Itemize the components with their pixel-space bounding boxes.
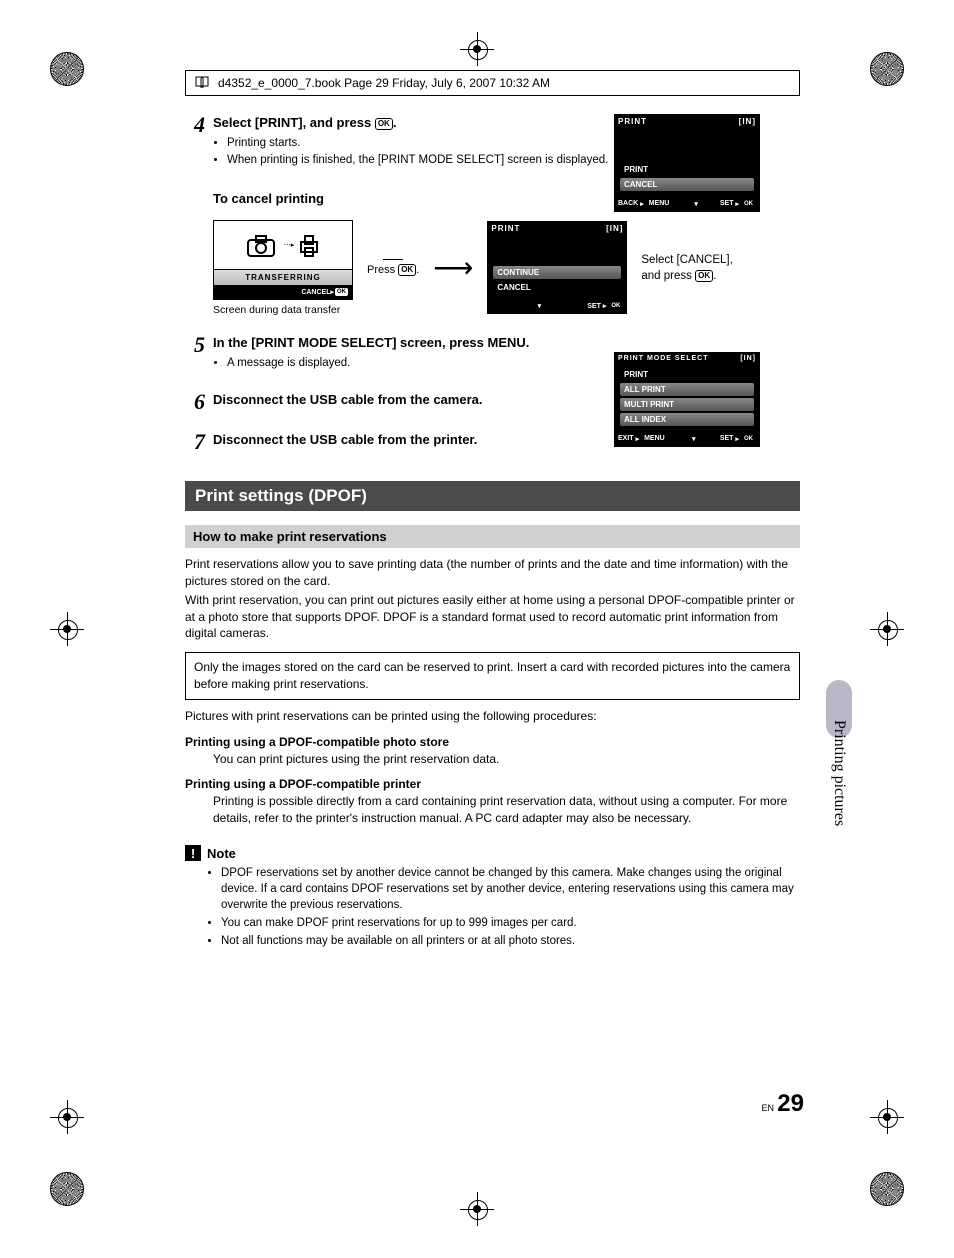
header-text: d4352_e_0000_7.book Page 29 Friday, July…: [218, 76, 550, 90]
section-heading: Print settings (DPOF): [185, 481, 800, 511]
cancel-diagram: ⋯▸ TRANSFERRING CANCEL▸OK Screen during …: [213, 220, 800, 317]
crop-mark-icon: [870, 52, 904, 86]
lcd-print-screen: PRINT[IN] PRINT CANCEL BACK▸MENU ▾ SET▸O…: [614, 114, 760, 212]
step-number: 4: [185, 114, 205, 171]
crop-mark-icon: [50, 52, 84, 86]
lcd-mode-select-screen: PRINT MODE SELECT[IN] PRINT ALL PRINT MU…: [614, 352, 760, 447]
page: Printing pictures d4352_e_0000_7.book Pa…: [0, 0, 954, 1258]
step-title: In the [PRINT MODE SELECT] screen, press…: [213, 334, 800, 352]
register-mark-icon: [460, 32, 494, 66]
register-mark-icon: [460, 1192, 494, 1226]
content-area: d4352_e_0000_7.book Page 29 Friday, July…: [185, 70, 800, 951]
lcd-cancel-screen: PRINT[IN] CONTINUE CANCEL ▾ SET▸OK: [487, 221, 627, 314]
ok-icon: OK: [375, 118, 393, 130]
register-mark-icon: [870, 1100, 904, 1134]
procedure-heading: Printing using a DPOF-compatible printer: [185, 777, 800, 791]
note-list: DPOF reservations set by another device …: [221, 865, 800, 949]
step-number: 6: [185, 391, 205, 413]
book-header: d4352_e_0000_7.book Page 29 Friday, July…: [185, 70, 800, 96]
info-box: Only the images stored on the card can b…: [185, 652, 800, 700]
crop-mark-icon: [870, 1172, 904, 1206]
camera-icon: [246, 232, 280, 258]
printer-icon: [298, 232, 320, 258]
note-heading: ! Note: [185, 845, 800, 861]
press-label: Press OK.: [367, 264, 419, 276]
register-mark-icon: [50, 612, 84, 646]
register-mark-icon: [870, 612, 904, 646]
register-mark-icon: [50, 1100, 84, 1134]
transfer-caption: Screen during data transfer: [213, 304, 353, 317]
procedure-heading: Printing using a DPOF-compatible photo s…: [185, 735, 800, 749]
subsection-heading: How to make print reservations: [185, 525, 800, 548]
paragraph: Pictures with print reservations can be …: [185, 708, 800, 725]
step-number: 5: [185, 334, 205, 373]
arrow-right-icon: ⟶: [433, 251, 473, 284]
crop-mark-icon: [50, 1172, 84, 1206]
cancel-instruction: Select [CANCEL], and press OK.: [641, 252, 751, 284]
procedure-body: You can print pictures using the print r…: [213, 751, 800, 768]
transfer-screen: ⋯▸ TRANSFERRING CANCEL▸OK: [213, 220, 353, 300]
paragraph: With print reservation, you can print ou…: [185, 592, 800, 642]
step-number: 7: [185, 431, 205, 453]
procedure-body: Printing is possible directly from a car…: [213, 793, 800, 827]
page-number: EN 29: [761, 1090, 804, 1118]
book-icon: [194, 75, 210, 91]
paragraph: Print reservations allow you to save pri…: [185, 556, 800, 590]
section-side-text: Printing pictures: [830, 720, 848, 826]
exclaim-icon: !: [185, 845, 201, 861]
